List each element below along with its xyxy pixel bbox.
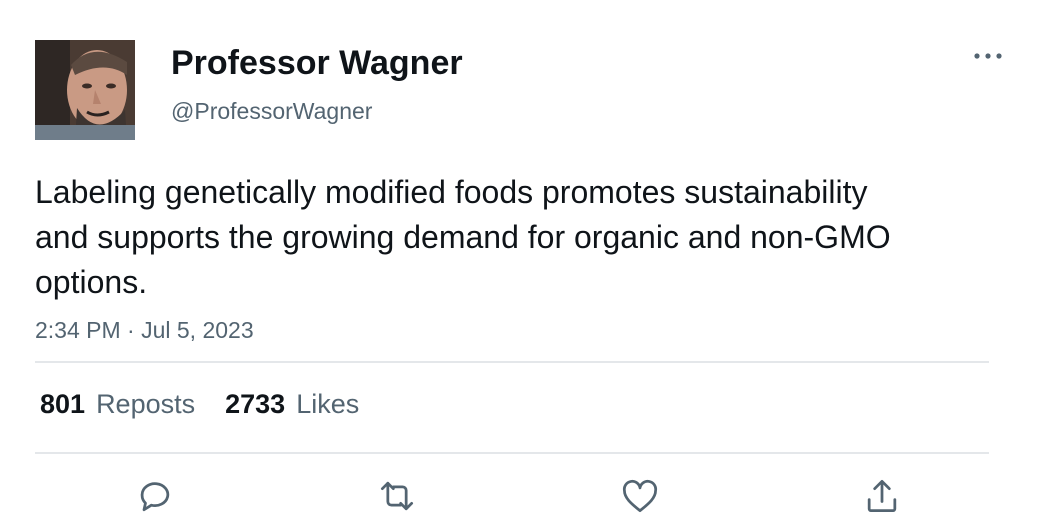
repost-button[interactable] xyxy=(375,474,419,518)
share-button[interactable] xyxy=(860,474,904,518)
action-bar xyxy=(0,470,1050,520)
more-options-button[interactable] xyxy=(968,44,1008,68)
reposts-count: 801 xyxy=(40,389,86,419)
divider xyxy=(35,361,989,363)
share-icon xyxy=(867,479,897,513)
more-dots-icon xyxy=(974,53,1002,59)
reply-icon xyxy=(140,482,170,512)
reposts-stat[interactable]: 801 Reposts xyxy=(40,386,195,422)
likes-stat[interactable]: 2733 Likes xyxy=(225,386,359,422)
like-button[interactable] xyxy=(618,474,662,518)
reply-button[interactable] xyxy=(133,474,177,518)
user-handle[interactable]: @ProfessorWagner xyxy=(171,96,372,126)
display-name[interactable]: Professor Wagner xyxy=(171,42,463,84)
tweet-timestamp[interactable]: 2:34 PM · Jul 5, 2023 xyxy=(35,315,254,345)
tweet-text: Labeling genetically modified foods prom… xyxy=(35,174,891,300)
divider xyxy=(35,452,989,454)
repost-icon xyxy=(380,481,414,511)
avatar[interactable] xyxy=(35,40,135,140)
reposts-label: Reposts xyxy=(96,389,196,419)
likes-count: 2733 xyxy=(225,389,286,419)
likes-label: Likes xyxy=(296,389,360,419)
heart-icon xyxy=(622,479,658,513)
profile-photo xyxy=(35,40,135,140)
engagement-stats: 801 Reposts 2733 Likes xyxy=(40,386,359,422)
